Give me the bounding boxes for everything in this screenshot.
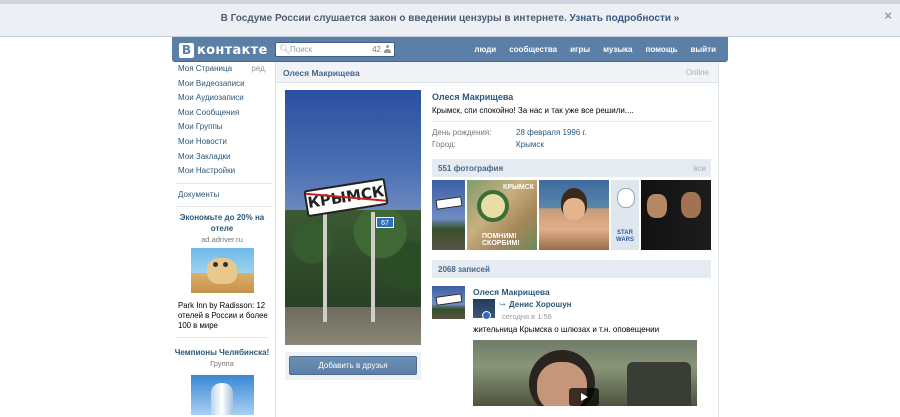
profile-name: Олеся Макрищева — [432, 92, 514, 102]
sidebar-item-my-page[interactable]: Моя Страница ред. — [172, 62, 272, 77]
nav-help[interactable]: помощь — [646, 45, 678, 54]
group-image[interactable] — [190, 375, 254, 416]
ad-text: Park Inn by Radisson: 12 отелей в России… — [178, 301, 268, 331]
photos-count[interactable]: 551 фотография — [438, 164, 503, 173]
post-author[interactable]: Олеся Макрищева — [473, 287, 550, 297]
photo-trees — [285, 210, 421, 320]
ad-image[interactable] — [190, 248, 254, 294]
post-time[interactable]: сегодня в 1:56 — [502, 312, 552, 321]
post-video[interactable] — [473, 340, 697, 406]
thumb-caption: КРЫМСК — [503, 184, 534, 191]
divider — [176, 206, 272, 208]
nav-logout[interactable]: выйти — [690, 45, 716, 54]
nav-games[interactable]: игры — [570, 45, 590, 54]
search-placeholder: Поиск — [290, 45, 313, 54]
top-nav: люди сообщества игры музыка помощь выйти — [474, 45, 716, 54]
notice-banner: В Госдуме России слушается закон о введе… — [0, 0, 900, 37]
group-title[interactable]: Чемпионы Челябинска! — [172, 347, 272, 358]
wall-post: Олеся Макрищева ↪ Денис Хорошун сегодня … — [432, 286, 711, 406]
sign-pole — [323, 202, 327, 322]
info-row-city: Город: Крымск — [432, 140, 711, 149]
page-title: Олеся Макрищева — [283, 68, 360, 78]
sidebar-item-bookmarks[interactable]: Мои Закладки — [172, 150, 272, 165]
logo-text: контакте — [197, 42, 268, 58]
photo-thumb[interactable] — [432, 180, 465, 250]
divider — [176, 337, 268, 339]
group-promo[interactable]: Чемпионы Челябинска! Группа — [172, 346, 272, 416]
nav-communities[interactable]: сообщества — [509, 45, 557, 54]
edit-link[interactable]: ред. — [251, 62, 267, 77]
wall-count[interactable]: 2068 записей — [438, 265, 490, 274]
ad-block[interactable]: Экономьте до 20% на отеле ad.adriver.ru … — [172, 211, 272, 331]
sidebar-item-settings[interactable]: Мои Настройки — [172, 164, 272, 179]
photos-header[interactable]: 551 фотография все — [432, 159, 711, 177]
top-header: В контакте 🔍︎ Поиск 42 люди сообщества и… — [172, 37, 728, 62]
sidebar-item-news[interactable]: Мои Новости — [172, 135, 272, 150]
sidebar-item-messages[interactable]: Мои Сообщения — [172, 106, 272, 121]
avatar[interactable] — [432, 286, 465, 319]
group-type: Группа — [210, 359, 234, 369]
vk-logo[interactable]: В контакте — [179, 42, 268, 58]
photo-thumb[interactable]: КРЫМСК ПОМНИМ! СКОРБИМ! — [467, 180, 537, 250]
sidebar-item-audio[interactable]: Мои Аудиозаписи — [172, 91, 272, 106]
photos-all-link[interactable]: все — [693, 164, 706, 173]
play-icon[interactable] — [569, 388, 599, 406]
add-friend-button[interactable]: Добавить в друзья — [289, 356, 417, 375]
logo-letter: В — [179, 42, 194, 58]
profile-photo[interactable]: КРЫМСК 67 — [285, 90, 421, 345]
thumb-caption: ПОМНИМ! СКОРБИМ! — [482, 233, 520, 247]
photo-thumb[interactable] — [641, 180, 711, 250]
sign-pole — [371, 212, 375, 322]
divider — [176, 182, 272, 184]
repost-author[interactable]: Денис Хорошун — [509, 300, 572, 309]
verified-icon — [482, 311, 491, 320]
video-scene — [627, 362, 691, 406]
close-icon[interactable]: × — [884, 8, 892, 23]
photo-thumb[interactable] — [539, 180, 609, 250]
photo-road — [285, 307, 421, 345]
ad-domain: ad.adriver.ru — [201, 235, 243, 245]
info-column: Олеся Макрищева Крымск, спи спокойно! За… — [432, 90, 711, 406]
sidebar-item-documents[interactable]: Документы — [172, 188, 272, 203]
ad-title[interactable]: Экономьте до 20% на отеле — [172, 212, 272, 234]
info-row-birthday: День рождения: 28 февраля 1996 г. — [432, 128, 711, 137]
wall-header[interactable]: 2068 записей — [432, 260, 711, 278]
nav-people[interactable]: люди — [474, 45, 496, 54]
sidebar-item-groups[interactable]: Мои Группы — [172, 120, 272, 135]
notice-text-wrap: В Госдуме России слушается закон о введе… — [0, 13, 900, 24]
city-value[interactable]: Крымск — [516, 140, 544, 149]
online-status: Online — [685, 68, 709, 77]
thumb-caption: STAR WARS — [616, 230, 634, 243]
left-sidebar: Моя Страница ред. Мои Видеозаписи Мои Ау… — [172, 62, 272, 416]
profile-main: Олеся Макрищева Online КРЫМСК 67 Добавит… — [275, 62, 719, 417]
search-input[interactable]: 🔍︎ Поиск 42 — [275, 42, 395, 57]
profile-title-bar: Олеся Макрищева Online — [276, 62, 718, 83]
repost-icon: ↪ — [499, 300, 506, 309]
search-icon: 🔍︎ — [279, 44, 291, 54]
add-friend-container: Добавить в друзья — [285, 352, 421, 380]
person-icon — [384, 45, 391, 54]
notice-message: В Госдуме России слушается закон о введе… — [220, 13, 567, 24]
city-label: Город: — [432, 140, 456, 149]
sidebar-item-videos[interactable]: Мои Видеозаписи — [172, 77, 272, 92]
notice-details-link[interactable]: Узнать подробности » — [570, 13, 680, 24]
birthday-value[interactable]: 28 февраля 1996 г. — [516, 128, 587, 137]
search-count: 42 — [372, 45, 381, 54]
photo-strip: КРЫМСК ПОМНИМ! СКОРБИМ! STAR WARS — [432, 180, 711, 250]
birthday-label: День рождения: — [432, 128, 492, 137]
post-text: жительница Крымска о шлюзах и т.н. опове… — [473, 325, 660, 334]
road-plate: 67 — [376, 217, 394, 228]
sidebar-item-label: Моя Страница — [178, 64, 233, 73]
nav-music[interactable]: музыка — [603, 45, 632, 54]
profile-status[interactable]: Крымск, спи спокойно! За нас и так уже в… — [432, 106, 711, 122]
photo-thumb[interactable]: STAR WARS — [611, 180, 639, 250]
photo-column: КРЫМСК 67 Добавить в друзья — [285, 90, 421, 380]
